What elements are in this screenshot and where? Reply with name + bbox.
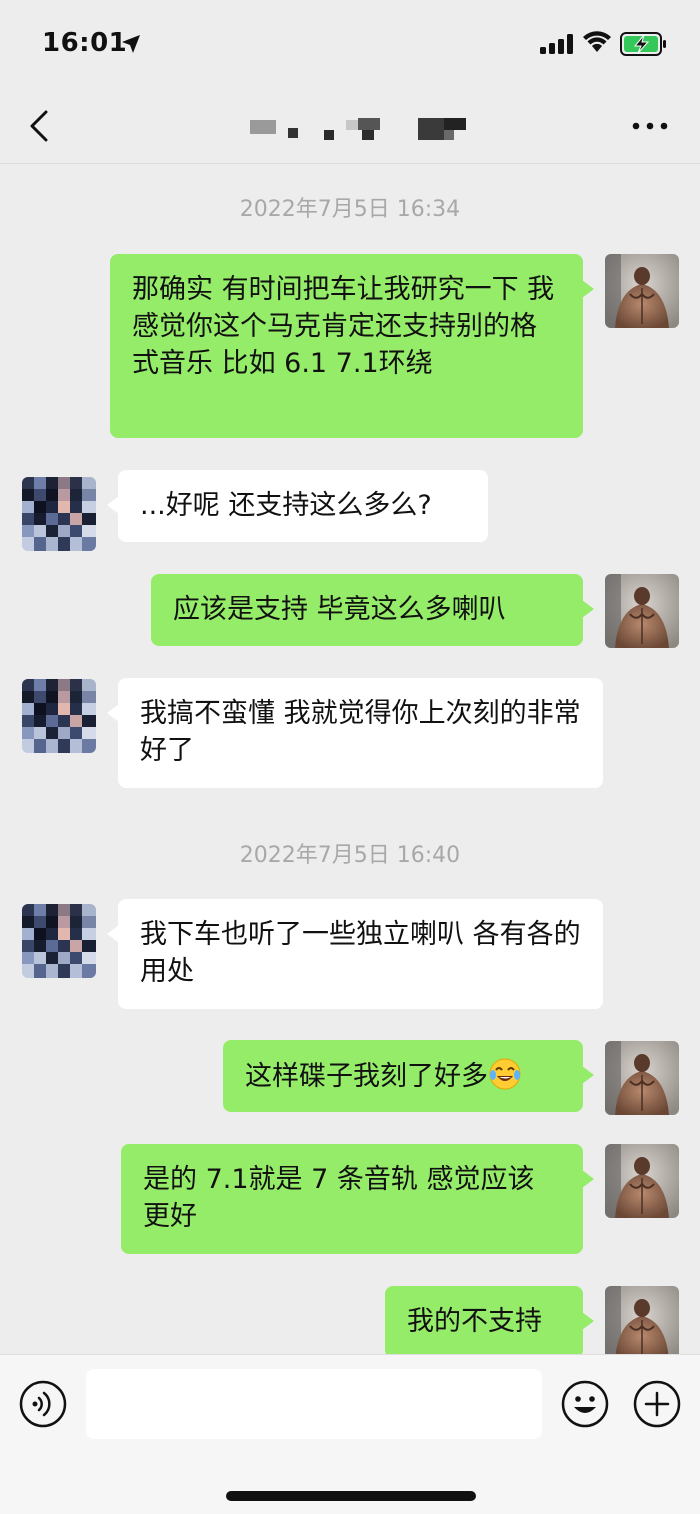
message-text: 我搞不蛮懂 我就觉得你上次刻的非常好了 <box>140 698 581 766</box>
message-text: 那确实 有时间把车让我研究一下 我感觉你这个马克肯定还支持别的格式音乐 比如 6… <box>132 274 555 379</box>
timestamp: 2022年7月5日 16:34 <box>239 197 461 222</box>
message-bubble[interactable]: 我下车也听了一些独立喇叭 各有各的用处 <box>107 899 603 1009</box>
message-text: 我下车也听了一些独立喇叭 各有各的用处 <box>140 919 581 987</box>
my-avatar[interactable] <box>605 254 679 328</box>
back-button[interactable] <box>20 104 60 148</box>
message-text: 是的 7.1就是 7 条音轨 感觉应该更好 <box>143 1164 535 1232</box>
message-bubble[interactable]: 这样碟子我刻了好多 <box>223 1040 594 1112</box>
my-avatar[interactable] <box>605 1144 679 1218</box>
status-time: 16:01 <box>42 28 128 58</box>
status-bar: 16:01 <box>0 0 700 88</box>
location-arrow-icon <box>122 35 140 53</box>
home-indicator[interactable] <box>226 1491 476 1501</box>
contact-avatar[interactable] <box>22 477 96 551</box>
message-text: 这样碟子我刻了好多 <box>245 1061 488 1092</box>
tears-of-joy-emoji <box>489 1058 521 1090</box>
message-list[interactable]: 2022年7月5日 16:34 那确实 有时间把车让我研究一下 我感觉你这个马克… <box>0 164 700 1354</box>
my-avatar[interactable] <box>605 574 679 648</box>
message-text: 我的不支持 <box>407 1306 542 1337</box>
message-text: 应该是支持 毕竟这么多喇叭 <box>173 594 506 625</box>
more-dots-icon[interactable] <box>628 110 672 142</box>
message-bubble[interactable]: 是的 7.1就是 7 条音轨 感觉应该更好 <box>121 1144 594 1254</box>
wifi-icon <box>583 31 611 52</box>
my-avatar[interactable] <box>605 1041 679 1115</box>
message-bubble[interactable]: 我的不支持 <box>385 1286 594 1354</box>
chat-title-pixelated <box>250 118 466 140</box>
battery-charging-icon <box>620 32 666 56</box>
contact-avatar[interactable] <box>22 904 96 978</box>
message-bubble[interactable]: 我搞不蛮懂 我就觉得你上次刻的非常好了 <box>107 678 603 788</box>
voice-input-icon[interactable] <box>18 1379 68 1429</box>
my-avatar[interactable] <box>605 1286 679 1354</box>
chat-header <box>0 88 700 164</box>
input-bar <box>0 1354 700 1514</box>
timestamp: 2022年7月5日 16:40 <box>239 843 461 868</box>
emoji-icon[interactable] <box>560 1379 610 1429</box>
message-text: ...好呢 还支持这么多么? <box>140 490 432 521</box>
contact-avatar[interactable] <box>22 679 96 753</box>
message-bubble[interactable]: 那确实 有时间把车让我研究一下 我感觉你这个马克肯定还支持别的格式音乐 比如 6… <box>110 254 594 438</box>
plus-icon[interactable] <box>632 1379 682 1429</box>
message-bubble[interactable]: 应该是支持 毕竟这么多喇叭 <box>151 574 594 646</box>
cellular-signal-icon <box>540 34 573 54</box>
message-bubble[interactable]: ...好呢 还支持这么多么? <box>107 470 488 542</box>
message-input[interactable] <box>86 1369 542 1439</box>
